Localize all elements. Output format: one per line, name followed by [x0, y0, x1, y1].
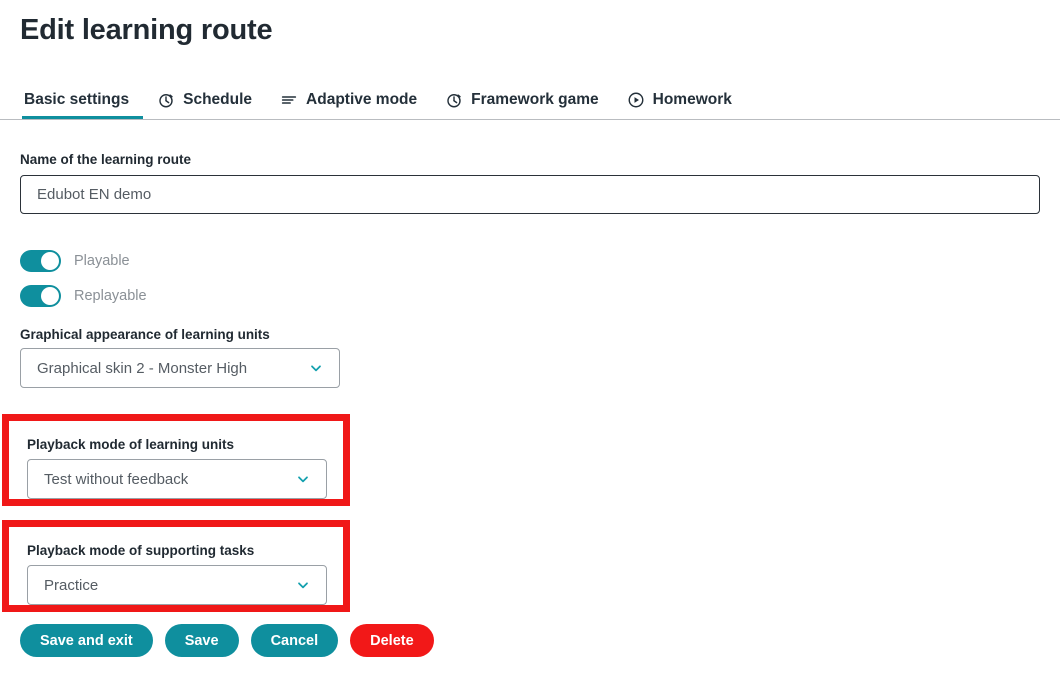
- tab-homework[interactable]: Homework: [613, 84, 746, 119]
- edit-learning-route-page: Edit learning route Basic settings Sched…: [0, 0, 1060, 685]
- playback-supporting-highlight: Playback mode of supporting tasks Practi…: [2, 520, 350, 612]
- replayable-toggle[interactable]: [20, 285, 61, 307]
- playback-units-highlight: Playback mode of learning units Test wit…: [2, 414, 350, 506]
- stopwatch-icon: [445, 91, 463, 109]
- tab-framework-game[interactable]: Framework game: [431, 84, 613, 119]
- save-button[interactable]: Save: [164, 624, 239, 657]
- tab-basic-settings[interactable]: Basic settings: [22, 84, 144, 119]
- tab-adaptive-mode[interactable]: Adaptive mode: [266, 84, 431, 119]
- cancel-button[interactable]: Cancel: [250, 624, 339, 657]
- playable-toggle-label: Playable: [74, 253, 130, 269]
- graphical-appearance-select-wrap: Graphical skin 2 - Monster High: [20, 348, 340, 388]
- tab-bar: Basic settings Schedule Adaptive mode Fr…: [0, 84, 1060, 120]
- select-value: Graphical skin 2 - Monster High: [37, 359, 248, 377]
- tab-label: Schedule: [183, 91, 253, 108]
- tab-label: Basic settings: [24, 91, 130, 108]
- playback-supporting-select-wrap: Practice: [27, 565, 347, 605]
- replayable-toggle-row[interactable]: Replayable: [20, 285, 147, 307]
- chevron-down-icon: [294, 577, 312, 593]
- play-circle-icon: [627, 91, 645, 109]
- playback-units-select-wrap: Test without feedback: [27, 459, 347, 499]
- playback-supporting-select[interactable]: Practice: [27, 565, 327, 605]
- delete-button[interactable]: Delete: [350, 624, 434, 657]
- action-button-row: Save and exit Save Cancel Delete: [20, 624, 434, 657]
- playable-toggle[interactable]: [20, 250, 61, 272]
- playable-toggle-row[interactable]: Playable: [20, 250, 130, 272]
- name-input[interactable]: [20, 175, 1040, 214]
- sort-lines-icon: [280, 91, 298, 109]
- playback-units-select[interactable]: Test without feedback: [27, 459, 327, 499]
- page-title: Edit learning route: [20, 14, 273, 46]
- stopwatch-icon: [157, 91, 175, 109]
- select-value: Practice: [44, 576, 99, 594]
- toggle-knob: [41, 252, 59, 270]
- chevron-down-icon: [307, 360, 325, 376]
- tab-label: Framework game: [471, 91, 599, 108]
- tab-label: Adaptive mode: [306, 91, 418, 108]
- save-and-exit-button[interactable]: Save and exit: [20, 624, 153, 657]
- graphical-appearance-label: Graphical appearance of learning units: [20, 327, 270, 342]
- tab-schedule[interactable]: Schedule: [143, 84, 266, 119]
- tab-label: Homework: [652, 91, 732, 108]
- replayable-toggle-label: Replayable: [74, 288, 147, 304]
- playback-supporting-label: Playback mode of supporting tasks: [27, 543, 255, 558]
- name-field-label: Name of the learning route: [20, 152, 192, 167]
- graphical-appearance-select[interactable]: Graphical skin 2 - Monster High: [20, 348, 340, 388]
- chevron-down-icon: [294, 471, 312, 487]
- select-value: Test without feedback: [44, 470, 189, 488]
- toggle-knob: [41, 287, 59, 305]
- playback-units-label: Playback mode of learning units: [27, 437, 235, 452]
